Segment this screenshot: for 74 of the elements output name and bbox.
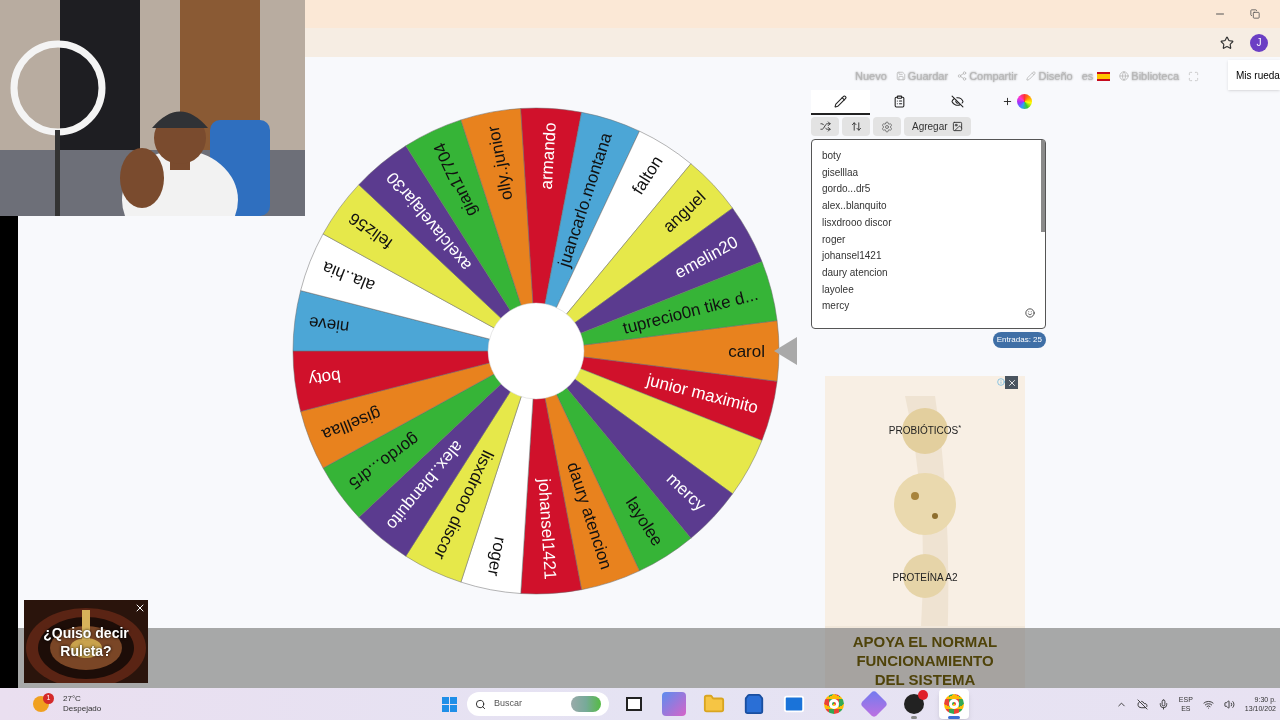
save-icon bbox=[895, 71, 906, 82]
browser-icon[interactable] bbox=[944, 694, 964, 714]
pencil-icon bbox=[1026, 71, 1037, 82]
weather-condition: Despejado bbox=[63, 704, 102, 714]
shuffle-icon bbox=[819, 121, 831, 132]
popup-text: Ruleta? bbox=[60, 641, 112, 660]
segment-label: boty bbox=[307, 366, 342, 390]
close-icon[interactable] bbox=[134, 602, 146, 614]
close-icon bbox=[1006, 377, 1017, 388]
browser-icon[interactable] bbox=[824, 694, 844, 714]
microphone-icon[interactable] bbox=[1157, 698, 1169, 710]
entry-text: alex..blanquito bbox=[822, 199, 887, 214]
bookmark-star-icon[interactable] bbox=[1220, 35, 1234, 50]
profile-avatar[interactable]: J bbox=[1250, 33, 1268, 52]
segment-label: junior maximito bbox=[644, 370, 761, 418]
segment-label: tuprecio0n tike d... bbox=[620, 284, 761, 338]
segment-label: nieve bbox=[307, 312, 351, 337]
store-icon[interactable] bbox=[743, 693, 765, 715]
entries-count-badge: Entradas: 25 bbox=[992, 332, 1046, 348]
taskbar-search-field[interactable]: Buscar bbox=[467, 692, 609, 716]
entry-text: boty bbox=[822, 149, 841, 163]
ad-label: PROBIÓTICOS$^{*}$ bbox=[887, 423, 963, 438]
entry-text: mercy bbox=[822, 299, 850, 314]
entry-text: johansel1421 bbox=[822, 249, 882, 264]
segment-label: roger bbox=[483, 535, 510, 578]
eye-off-icon bbox=[951, 95, 965, 108]
gear-icon bbox=[881, 120, 893, 133]
pencil-icon bbox=[833, 95, 847, 108]
start-icon[interactable] bbox=[442, 696, 457, 712]
segment-label: armando bbox=[536, 121, 560, 191]
running-indicator bbox=[911, 716, 917, 719]
segment-label: olly..junior bbox=[483, 124, 517, 202]
entry-text: giselllaa bbox=[822, 165, 859, 180]
plus-icon bbox=[1001, 96, 1013, 107]
globe-icon bbox=[1119, 71, 1130, 82]
search-icon bbox=[475, 698, 486, 710]
cloud-off-icon[interactable] bbox=[1136, 698, 1148, 710]
spain-flag-icon bbox=[1097, 71, 1111, 81]
entry-text: lisxdrooo discor bbox=[822, 215, 892, 230]
my-wheels-tab[interactable]: Mis rueda bbox=[1228, 60, 1280, 90]
entries-textarea[interactable]: boty giselllaa gordo...dr5 alex..blanquito lisxdrooo discor roger johansel1421 daury atencion layolee mercy bbox=[811, 139, 1046, 329]
restore-icon[interactable] bbox=[1250, 9, 1260, 19]
mail-icon[interactable] bbox=[783, 693, 805, 715]
ad-headline: FUNCIONAMIENTO bbox=[856, 651, 994, 670]
segment-label: johansel1421 bbox=[534, 478, 560, 581]
ad-label: PROTEÍNA A2 bbox=[891, 570, 959, 585]
entry-text: daury atencion bbox=[822, 265, 888, 280]
sort-icon bbox=[850, 121, 862, 132]
emoji-icon[interactable] bbox=[1025, 308, 1035, 318]
image-icon bbox=[951, 121, 963, 132]
clipboard-icon bbox=[892, 95, 906, 108]
ad-headline: DEL SISTEMA bbox=[874, 670, 976, 688]
entry-text: layolee bbox=[822, 282, 854, 297]
running-indicator bbox=[948, 716, 960, 719]
share-icon bbox=[957, 71, 968, 82]
ad-close-button[interactable] bbox=[1005, 376, 1018, 389]
wifi-icon[interactable] bbox=[1202, 698, 1214, 710]
segment-label: daury atencion bbox=[563, 459, 616, 572]
settings-button[interactable] bbox=[873, 117, 901, 136]
segment-label: ala..hia bbox=[319, 257, 378, 296]
editor-tab[interactable] bbox=[811, 90, 870, 115]
segment-label: carol bbox=[728, 341, 765, 361]
entry-text: gordo...dr5 bbox=[822, 182, 871, 197]
popup-text: ¿Quiso decir bbox=[43, 623, 129, 642]
add-image-button[interactable]: Agregar bbox=[904, 117, 971, 136]
pointer-icon bbox=[774, 337, 797, 365]
task-view-icon[interactable] bbox=[626, 697, 642, 711]
color-wheel-icon bbox=[1016, 94, 1032, 109]
entry-text: roger bbox=[822, 232, 846, 247]
ad-headline: APOYA EL NORMAL bbox=[852, 632, 998, 651]
shuffle-button[interactable] bbox=[811, 117, 839, 136]
volume-icon[interactable] bbox=[1223, 698, 1235, 710]
sort-button[interactable] bbox=[842, 117, 870, 136]
weather-temperature: 27°C bbox=[63, 694, 82, 704]
